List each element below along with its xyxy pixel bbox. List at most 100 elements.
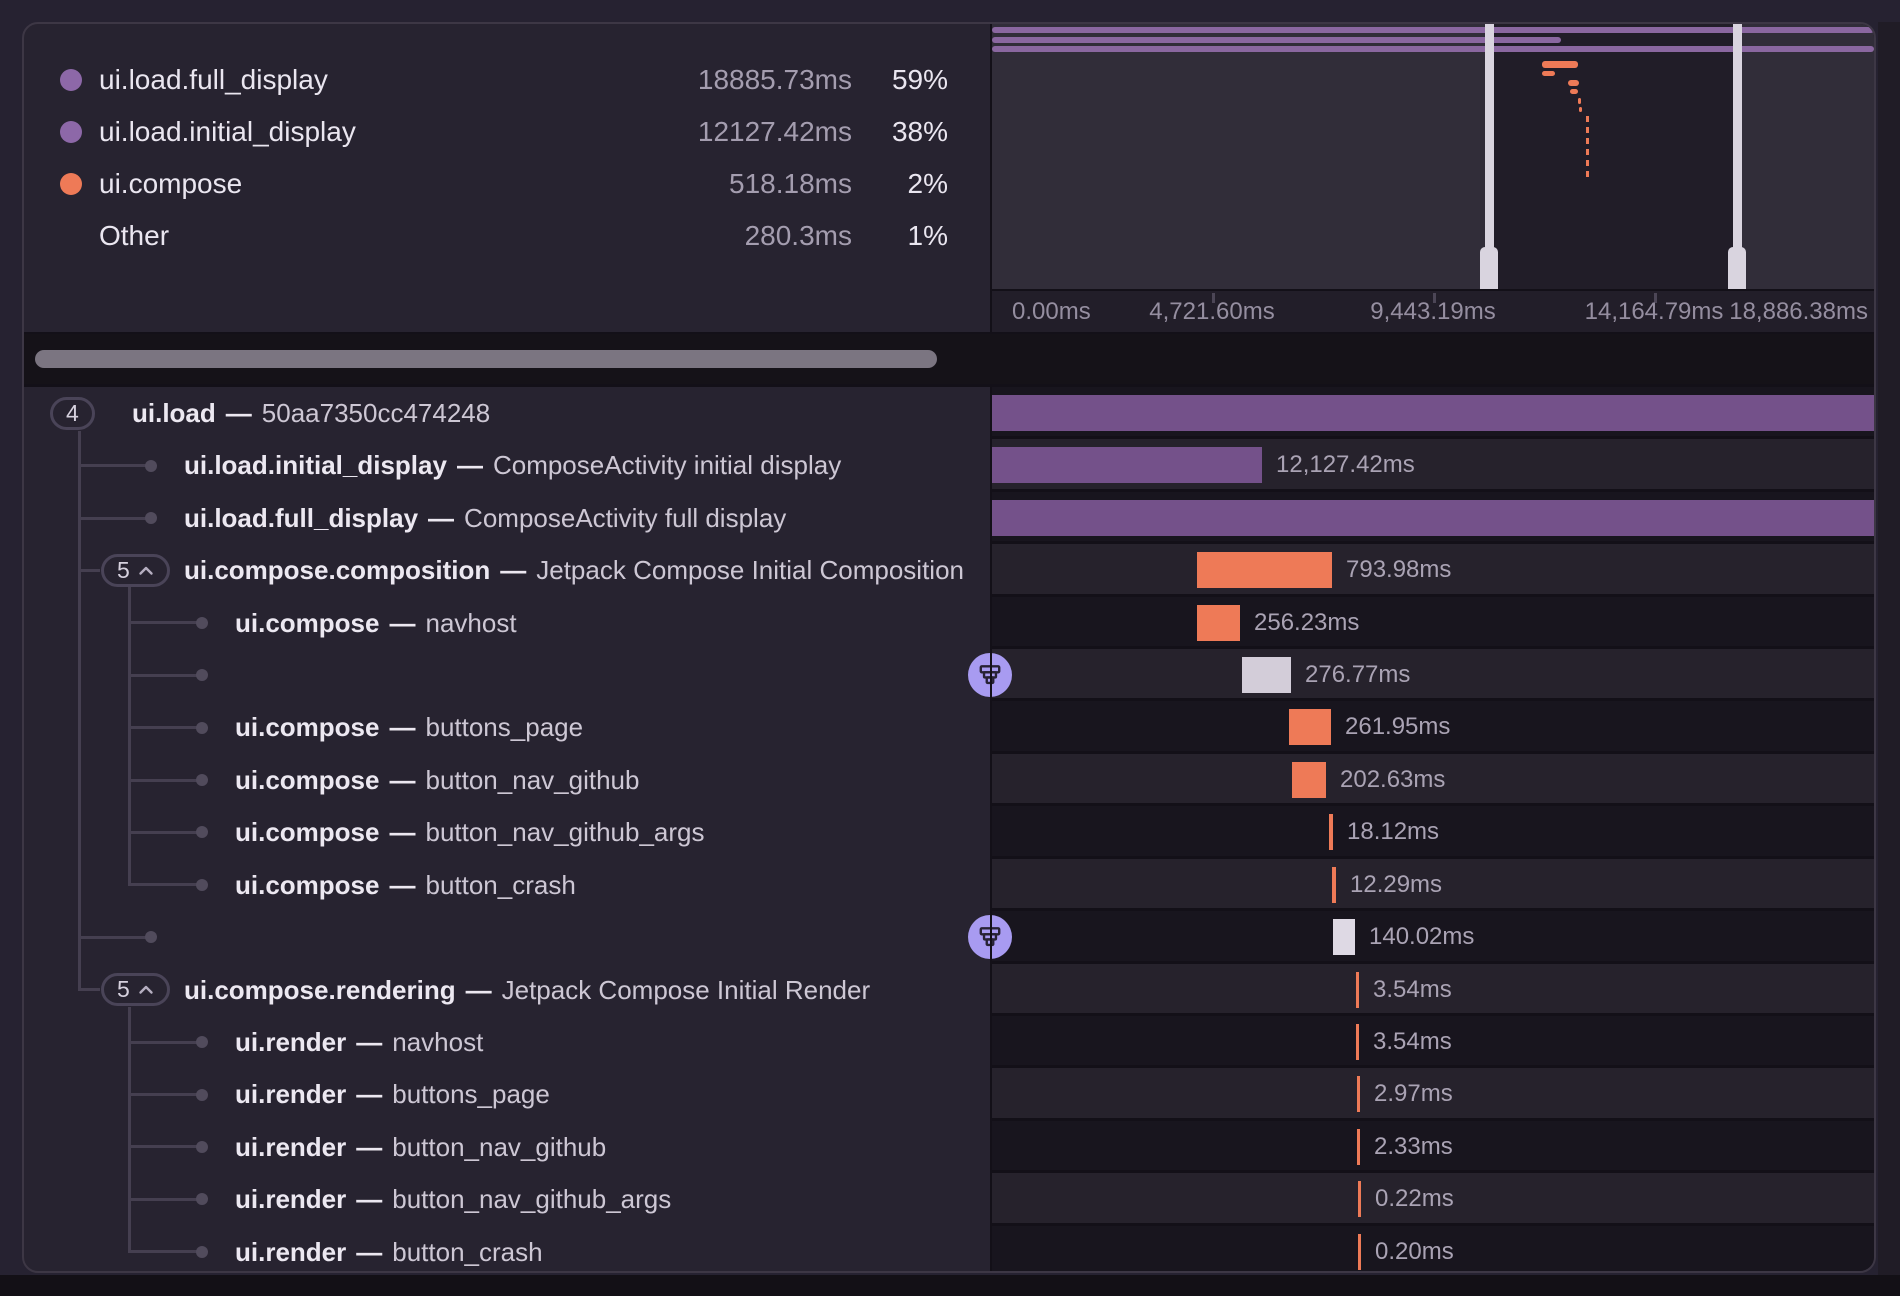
span-duration-label: 793.98ms [1346, 544, 1451, 596]
waterfall-row[interactable]: 261.95ms [992, 701, 1874, 753]
span-operation: ui.render [235, 1079, 346, 1109]
span-waterfall-area: 4 ui.load—50aa7350cc474248ui.load.initial… [24, 384, 1874, 1273]
legend-item[interactable]: Other280.3ms1% [24, 210, 990, 262]
waterfall-row[interactable]: 2.97ms [992, 1068, 1874, 1120]
waterfall-row[interactable]: 12.29ms [992, 859, 1874, 911]
tree-connector-line [78, 988, 100, 991]
span-operation: ui.compose [235, 608, 379, 638]
trace-viewer-page: ui.load.full_display18885.73ms59%ui.load… [0, 0, 1900, 1296]
waterfall-row[interactable]: 793.98ms [992, 544, 1874, 596]
panel-divider[interactable] [990, 384, 992, 1271]
minimap-unselected-region-right [1737, 24, 1874, 289]
orange-span-dot-icon [60, 173, 82, 195]
span-duration-bar[interactable] [1197, 605, 1240, 641]
span-duration-bar[interactable] [1356, 972, 1359, 1008]
legend-item[interactable]: ui.load.initial_display12127.42ms38% [24, 106, 990, 158]
span-duration-bar[interactable] [1356, 1024, 1359, 1060]
viewport-handle-grip[interactable] [1728, 247, 1746, 289]
waterfall-row[interactable] [992, 492, 1874, 544]
span-duration-label: 18.12ms [1347, 806, 1439, 858]
tree-connector-line [128, 1250, 202, 1253]
span-count-badge[interactable]: 5 [101, 973, 170, 1006]
waterfall-row[interactable]: 0.22ms [992, 1173, 1874, 1225]
span-separator: — [379, 817, 425, 847]
waterfall-row[interactable]: 140.02ms [992, 911, 1874, 963]
minimap-chart[interactable] [992, 24, 1874, 289]
span-separator: — [418, 503, 464, 533]
span-duration-bar[interactable] [992, 447, 1262, 483]
waterfall-row[interactable]: 18.12ms [992, 806, 1874, 858]
tree-row[interactable]: 4 ui.load—50aa7350cc474248 [24, 387, 990, 439]
span-duration-label: 0.20ms [1375, 1226, 1454, 1273]
purple-span-dot-icon [60, 121, 82, 143]
waterfall-row[interactable]: 3.54ms [992, 964, 1874, 1016]
badge-count: 5 [117, 557, 130, 584]
waterfall-row[interactable]: 3.54ms [992, 1016, 1874, 1068]
viewport-handle-grip[interactable] [1480, 247, 1498, 289]
minimap-unselected-region-left [992, 24, 1489, 289]
tree-connector-line [128, 674, 202, 677]
span-operation: ui.compose [235, 765, 379, 795]
span-operation: ui.compose [235, 712, 379, 742]
tree-row[interactable]: ui.render—button_crash [24, 1226, 990, 1273]
duration-bars-panel: 12,127.42ms 793.98ms256.23ms276.77ms261.9… [992, 387, 1874, 1273]
span-duration-bar[interactable] [1358, 1234, 1361, 1270]
tree-node-dot-icon [196, 879, 208, 891]
waterfall-row[interactable]: 256.23ms [992, 597, 1874, 649]
tree-connector-line [128, 1041, 202, 1044]
minimap-compose-span-bar [1568, 80, 1579, 86]
tree-row[interactable]: ui.load.initial_display—ComposeActivity … [24, 439, 990, 491]
span-description: ui.load—50aa7350cc474248 [132, 387, 490, 439]
legend-item[interactable]: ui.load.full_display18885.73ms59% [24, 54, 990, 106]
horizontal-scrollbar-thumb[interactable] [35, 350, 937, 368]
span-duration-bar[interactable] [1289, 709, 1331, 745]
span-count-badge[interactable]: 5 [101, 554, 170, 587]
waterfall-row[interactable] [992, 387, 1874, 439]
span-detail: button_crash [392, 1237, 542, 1267]
span-description: ui.render—buttons_page [235, 1068, 550, 1120]
span-duration-bar[interactable] [1242, 657, 1291, 693]
span-legend: ui.load.full_display18885.73ms59%ui.load… [24, 54, 990, 262]
waterfall-row[interactable]: 276.77ms [992, 649, 1874, 701]
span-detail: ComposeActivity initial display [493, 450, 841, 480]
span-duration-bar[interactable] [992, 500, 1874, 536]
span-separator: — [379, 765, 425, 795]
page-right-margin [1878, 22, 1900, 1275]
span-duration-label: 140.02ms [1369, 911, 1474, 963]
tree-row[interactable]: ui.load.full_display—ComposeActivity ful… [24, 492, 990, 544]
span-operation: ui.compose [235, 817, 379, 847]
legend-item[interactable]: ui.compose518.18ms2% [24, 158, 990, 210]
span-duration-bar[interactable] [1332, 867, 1336, 903]
tree-connector-line [78, 569, 100, 572]
waterfall-row[interactable]: 2.33ms [992, 1121, 1874, 1173]
span-duration-bar[interactable] [1329, 814, 1333, 850]
tree-node-dot-icon [196, 1246, 208, 1258]
tree-connector-line [78, 431, 81, 990]
span-duration-bar[interactable] [1197, 552, 1332, 588]
span-duration-bar[interactable] [1292, 762, 1326, 798]
waterfall-row[interactable]: 202.63ms [992, 754, 1874, 806]
span-duration-bar[interactable] [1357, 1129, 1360, 1165]
span-operation: ui.render [235, 1027, 346, 1057]
minimap-time-axis: 0.00ms4,721.60ms9,443.19ms14,164.79ms18,… [992, 289, 1874, 332]
span-operation: ui.compose.rendering [184, 975, 456, 1005]
span-detail: buttons_page [425, 712, 583, 742]
span-separator: — [216, 398, 262, 428]
span-duration-bar[interactable] [1357, 1076, 1360, 1112]
tree-row[interactable]: 5ui.compose.rendering—Jetpack Compose In… [24, 964, 990, 1016]
span-duration-bar[interactable] [1358, 1181, 1361, 1217]
span-duration-label: 3.54ms [1373, 1016, 1452, 1068]
tree-node-dot-icon [196, 617, 208, 629]
span-count-badge[interactable]: 4 [50, 397, 95, 430]
span-duration-label: 202.63ms [1340, 754, 1445, 806]
waterfall-row[interactable]: 12,127.42ms [992, 439, 1874, 491]
tree-row[interactable]: 5 ui.compose.composition—Jetpack Compose … [24, 544, 990, 596]
span-description: ui.load.initial_display—ComposeActivity … [184, 439, 841, 491]
tree-connector-line [78, 517, 151, 520]
span-duration-bar[interactable] [992, 395, 1874, 431]
span-description: ui.compose.composition—Jetpack Compose I… [184, 544, 964, 596]
waterfall-row[interactable]: 0.20ms [992, 1226, 1874, 1273]
span-duration-bar[interactable] [1333, 919, 1355, 955]
tree-row[interactable] [24, 911, 990, 963]
trace-summary-header: ui.load.full_display18885.73ms59%ui.load… [24, 24, 990, 332]
